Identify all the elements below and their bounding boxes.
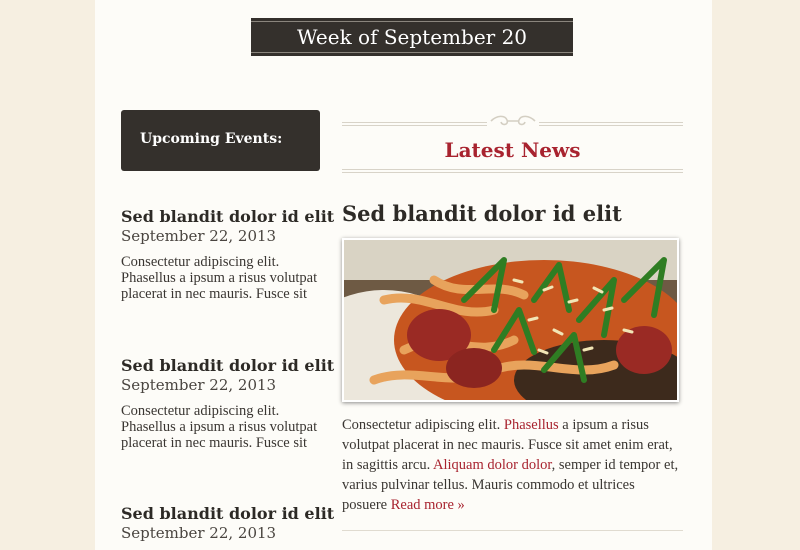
section-title: Latest News: [444, 138, 581, 162]
newsletter-page: Week of September 20 Upcoming Events: Se…: [95, 0, 712, 550]
latest-news-header: Latest News: [342, 113, 683, 176]
event-item[interactable]: Sed blandit dolor id elit September 22, …: [121, 504, 334, 543]
aliquam-link[interactable]: Aliquam dolor dolor: [433, 457, 552, 473]
event-title[interactable]: Sed blandit dolor id elit: [121, 356, 334, 376]
event-date: September 22, 2013: [121, 524, 277, 542]
event-title[interactable]: Sed blandit dolor id elit: [121, 504, 334, 524]
divider: [342, 530, 683, 531]
upcoming-events-label: Upcoming Events:: [140, 130, 283, 147]
week-label: Week of September 20: [296, 25, 528, 49]
event-item[interactable]: Sed blandit dolor id elit September 22, …: [121, 207, 334, 302]
divider: [342, 169, 683, 173]
read-more-link[interactable]: Read more »: [391, 497, 465, 513]
upcoming-events-heading: Upcoming Events:: [121, 110, 320, 171]
phasellus-link[interactable]: Phasellus: [504, 417, 559, 433]
flourish-ornament-icon: [487, 113, 539, 127]
article-text: Consectetur adipiscing elit.: [342, 417, 504, 433]
event-description: Consectetur adipiscing elit. Phasellus a…: [121, 254, 318, 302]
article-body: Consectetur adipiscing elit. Phasellus a…: [342, 415, 682, 515]
event-date: September 22, 2013: [121, 376, 277, 394]
event-item[interactable]: Sed blandit dolor id elit September 22, …: [121, 356, 334, 451]
event-description: Consectetur adipiscing elit. Phasellus a…: [121, 403, 318, 451]
week-banner: Week of September 20: [251, 18, 573, 56]
pasta-photo-icon[interactable]: [342, 238, 679, 402]
event-date: September 22, 2013: [121, 227, 277, 245]
article-title[interactable]: Sed blandit dolor id elit: [342, 201, 622, 226]
event-title[interactable]: Sed blandit dolor id elit: [121, 207, 334, 227]
